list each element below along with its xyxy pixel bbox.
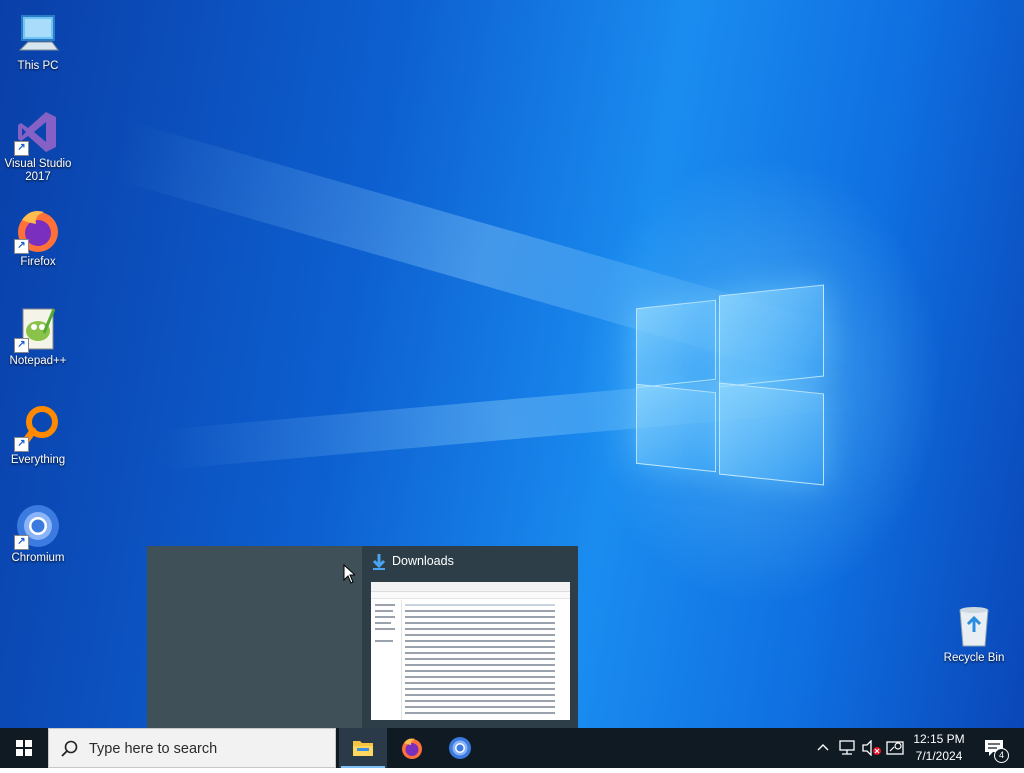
chevron-up-icon bbox=[817, 744, 829, 751]
taskbar-firefox[interactable] bbox=[388, 728, 436, 768]
desktop-icon-everything[interactable]: ↗ Everything bbox=[3, 404, 73, 467]
desktop-icon-this-pc[interactable]: This PC bbox=[3, 10, 73, 73]
shortcut-arrow-icon: ↗ bbox=[14, 239, 29, 254]
everything-search-icon: ↗ bbox=[14, 404, 62, 452]
desktop: This PC ↗ Visual Studio 2017 ↗ Firefox ↗… bbox=[0, 0, 1024, 728]
chromium-icon: ↗ bbox=[14, 502, 62, 550]
network-icon bbox=[839, 740, 855, 755]
desktop-icon-label: Chromium bbox=[11, 552, 65, 564]
mouse-cursor-icon bbox=[343, 564, 355, 584]
desktop-icon-label: Everything bbox=[10, 454, 66, 466]
taskbar: Type here to search 12:15 PM 7/1/2024 4 bbox=[0, 728, 1024, 768]
shortcut-arrow-icon: ↗ bbox=[14, 535, 29, 550]
chromium-icon bbox=[449, 737, 471, 759]
tray-show-hidden[interactable] bbox=[812, 728, 834, 768]
thumbnail-title: Downloads bbox=[392, 554, 454, 568]
firefox-icon: ↗ bbox=[14, 206, 62, 254]
desktop-icon-notepadpp[interactable]: ↗ Notepad++ bbox=[3, 305, 73, 368]
desktop-icon-chromium[interactable]: ↗ Chromium bbox=[3, 502, 73, 565]
visual-studio-icon: ↗ bbox=[14, 108, 62, 156]
tray-network[interactable] bbox=[836, 728, 858, 768]
tray-volume[interactable] bbox=[860, 728, 882, 768]
clock-date: 7/1/2024 bbox=[915, 749, 963, 763]
search-placeholder: Type here to search bbox=[89, 741, 218, 757]
clock[interactable]: 12:15 PM 7/1/2024 bbox=[905, 731, 973, 765]
taskbar-thumbnail-popup: Downloads bbox=[147, 546, 578, 728]
taskbar-file-explorer[interactable] bbox=[339, 728, 387, 768]
notepadpp-icon: ↗ bbox=[14, 305, 62, 353]
shortcut-arrow-icon: ↗ bbox=[14, 141, 29, 156]
download-arrow-icon bbox=[372, 554, 386, 570]
desktop-icon-label: Visual Studio 2017 bbox=[4, 158, 72, 183]
clock-time: 12:15 PM bbox=[913, 732, 965, 746]
desktop-icon-recycle-bin[interactable]: Recycle Bin bbox=[939, 602, 1009, 665]
desktop-icon-label: Notepad++ bbox=[9, 355, 67, 367]
desktop-icon-visual-studio[interactable]: ↗ Visual Studio 2017 bbox=[3, 108, 73, 184]
thumbnail-empty bbox=[147, 546, 362, 728]
security-icon bbox=[886, 741, 904, 755]
action-center-button[interactable]: 4 bbox=[978, 728, 1018, 768]
start-button[interactable] bbox=[0, 728, 48, 768]
desktop-icon-firefox[interactable]: ↗ Firefox bbox=[3, 206, 73, 269]
shortcut-arrow-icon: ↗ bbox=[14, 338, 29, 353]
notification-count-badge: 4 bbox=[994, 748, 1009, 763]
search-box[interactable]: Type here to search bbox=[48, 728, 336, 768]
search-icon bbox=[61, 740, 78, 757]
volume-muted-icon bbox=[862, 740, 881, 756]
desktop-icon-label: Firefox bbox=[20, 256, 56, 268]
shortcut-arrow-icon: ↗ bbox=[14, 437, 29, 452]
taskbar-chromium[interactable] bbox=[436, 728, 484, 768]
thumbnail-preview-image bbox=[371, 582, 570, 720]
windows-start-icon bbox=[16, 740, 32, 756]
firefox-icon bbox=[402, 738, 422, 759]
computer-icon bbox=[14, 10, 62, 58]
recycle-bin-icon bbox=[950, 602, 998, 650]
thumbnail-downloads-window[interactable]: Downloads bbox=[362, 546, 578, 728]
windows-logo-wallpaper bbox=[636, 284, 824, 486]
file-explorer-icon bbox=[353, 741, 373, 756]
desktop-icon-label: Recycle Bin bbox=[943, 652, 1005, 664]
tray-security[interactable] bbox=[884, 728, 906, 768]
desktop-icon-label: This PC bbox=[17, 60, 59, 72]
